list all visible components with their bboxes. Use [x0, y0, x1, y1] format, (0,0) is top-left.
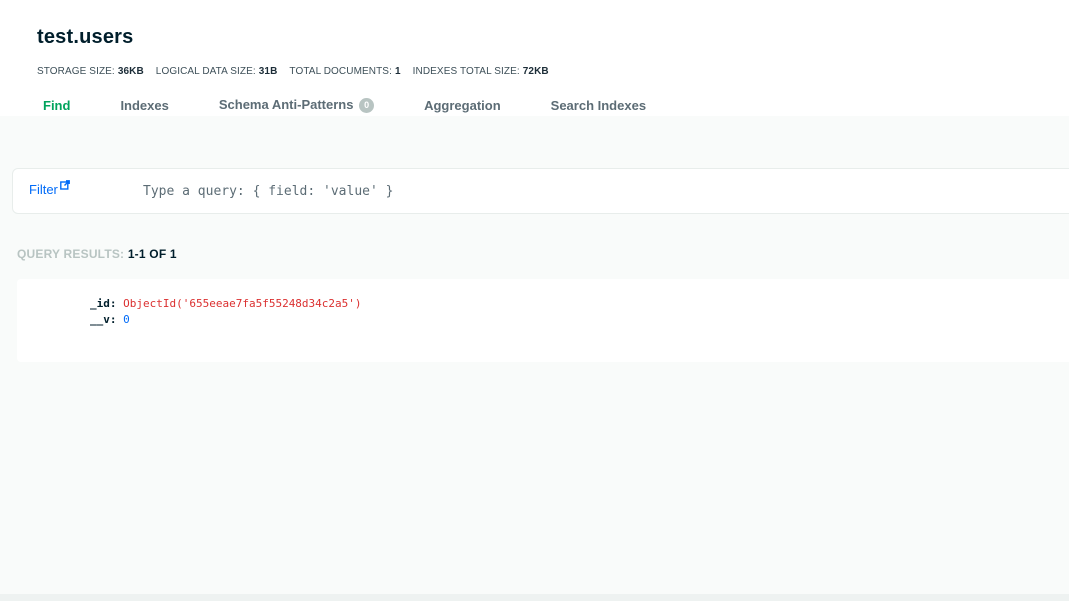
collection-tabs: Find Indexes Schema Anti-Patterns 0 Aggr…	[37, 95, 696, 115]
field-value-objectid: ObjectId('655eeae7fa5f55248d34c2a5')	[123, 297, 362, 310]
filter-query-input[interactable]	[143, 178, 843, 204]
external-link-icon	[59, 180, 70, 190]
tab-schema-anti-patterns[interactable]: Schema Anti-Patterns 0	[218, 97, 375, 113]
field-key: __v:	[90, 313, 117, 326]
query-results-count: 1-1 OF 1	[127, 247, 177, 261]
tab-indexes[interactable]: Indexes	[120, 98, 168, 113]
stat-storage-size: STORAGE SIZE: 36KB	[37, 66, 144, 77]
footer-divider	[0, 594, 1069, 601]
tab-search-indexes[interactable]: Search Indexes	[551, 98, 646, 113]
tab-find[interactable]: Find	[43, 98, 70, 113]
stat-indexes-total-size: INDEXES TOTAL SIZE: 72KB	[412, 66, 549, 77]
document-field-v: __v: 0	[90, 313, 130, 326]
collection-title: test.users	[37, 26, 134, 48]
filter-link[interactable]: Filter	[29, 180, 70, 197]
query-results-label: QUERY RESULTS:	[17, 247, 125, 261]
tab-schema-anti-patterns-label: Schema Anti-Patterns	[218, 97, 354, 112]
query-results-summary: QUERY RESULTS: 1-1 OF 1	[17, 247, 177, 261]
document-card[interactable]: _id: ObjectId('655eeae7fa5f55248d34c2a5'…	[17, 279, 1069, 362]
document-field-id: _id: ObjectId('655eeae7fa5f55248d34c2a5'…	[90, 297, 362, 310]
tab-aggregation[interactable]: Aggregation	[424, 98, 501, 113]
field-key: _id:	[90, 297, 117, 310]
collection-header: test.users STORAGE SIZE: 36KB LOGICAL DAT…	[0, 0, 1069, 116]
field-value-number: 0	[123, 313, 130, 326]
stat-logical-data-size: LOGICAL DATA SIZE: 31B	[155, 66, 278, 77]
collection-stats: STORAGE SIZE: 36KB LOGICAL DATA SIZE: 31B …	[37, 66, 549, 77]
filter-bar: Filter	[12, 168, 1069, 214]
schema-anti-patterns-count-badge: 0	[359, 98, 375, 113]
filter-label-text: Filter	[29, 182, 58, 197]
stat-total-documents: TOTAL DOCUMENTS: 1	[289, 66, 401, 77]
